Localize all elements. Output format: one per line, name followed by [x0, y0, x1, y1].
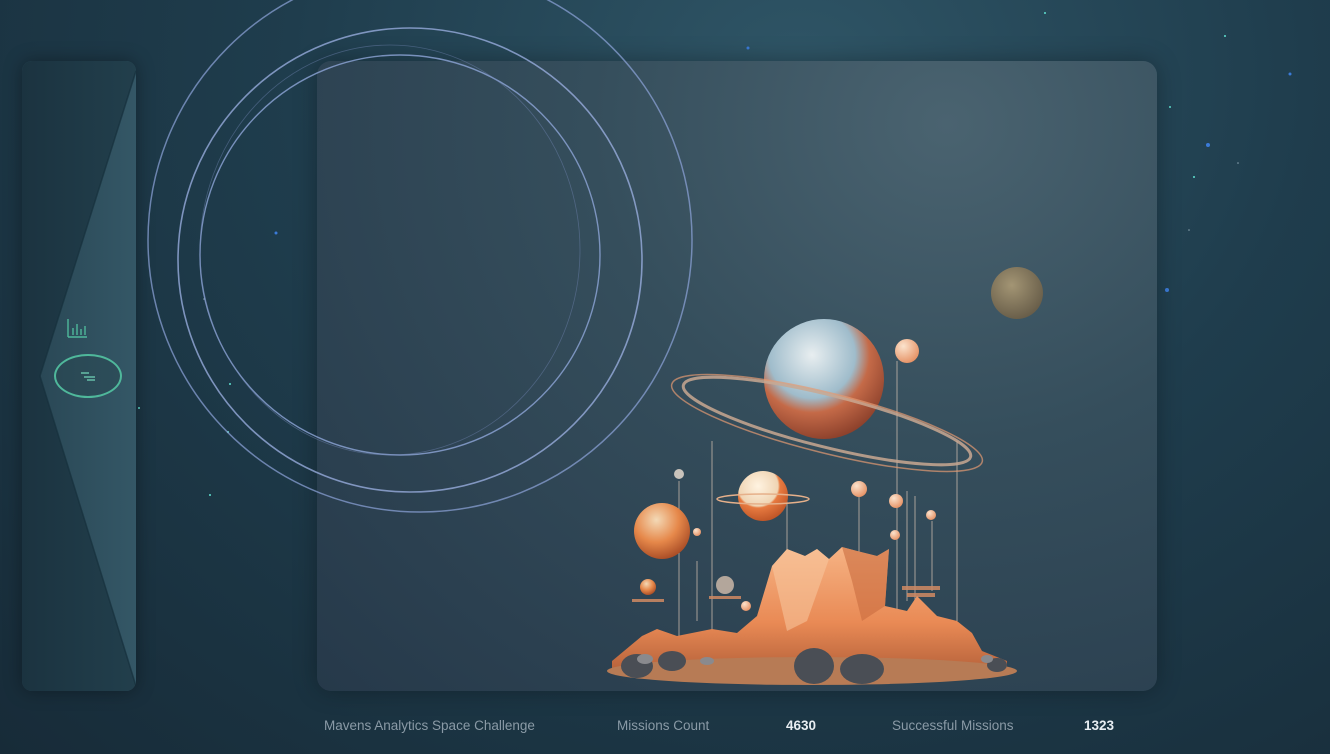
space-illustration — [607, 267, 1043, 685]
successful-missions-label: Successful Missions — [892, 718, 1014, 733]
filter-button[interactable] — [54, 354, 122, 398]
filter-icon — [81, 372, 95, 381]
app-title: Mavens Analytics Space Challenge — [324, 718, 535, 733]
missions-count-value: 4630 — [786, 718, 817, 733]
hero-card — [317, 61, 1157, 691]
bar-chart-icon[interactable] — [66, 317, 88, 339]
missions-count-label: Missions Count — [617, 718, 710, 733]
successful-missions-value: 1323 — [1084, 718, 1115, 733]
side-navigation — [22, 61, 136, 691]
